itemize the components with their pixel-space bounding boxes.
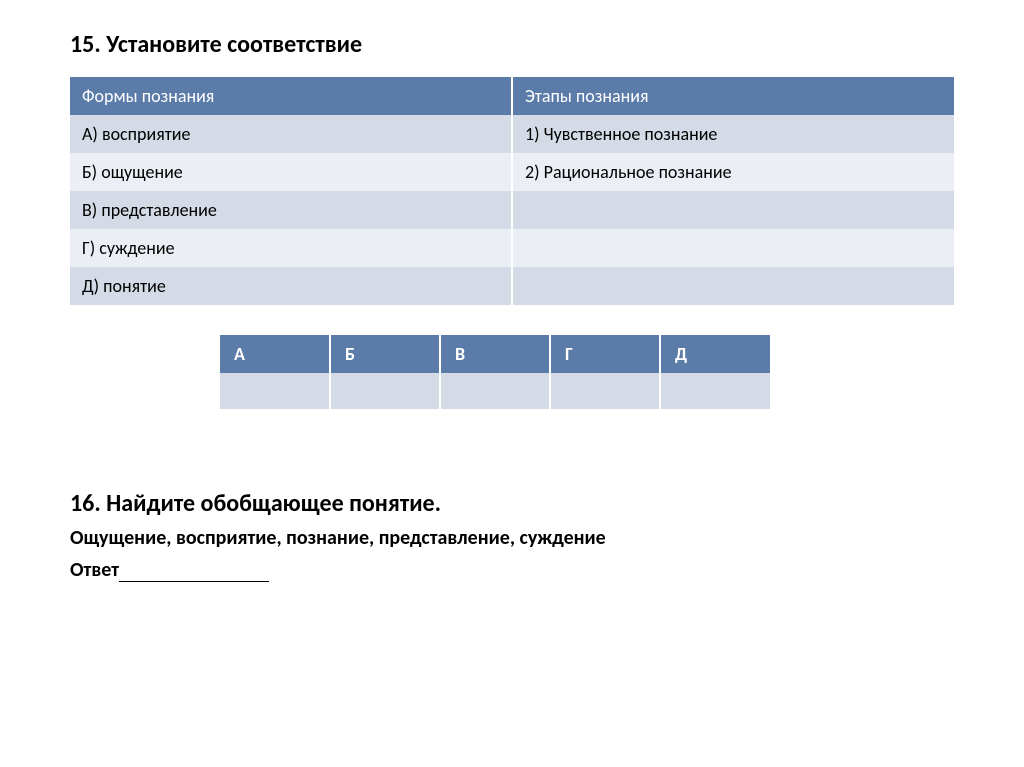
answer-cell[interactable] [550, 373, 660, 409]
answer-cell[interactable] [220, 373, 330, 409]
table-row: Г) суждение [70, 229, 954, 267]
answer-label: Ответ [70, 558, 119, 582]
cell-form: Б) ощущение [70, 153, 512, 191]
cell-stage: 2) Рациональное познание [512, 153, 954, 191]
cell-stage [512, 229, 954, 267]
cell-form: А) восприятие [70, 115, 512, 153]
question-15-title: 15. Установите соответствие [70, 30, 954, 59]
col-header-forms: Формы познания [70, 77, 512, 115]
col-header-stages: Этапы познания [512, 77, 954, 115]
cell-stage [512, 191, 954, 229]
answer-cell[interactable] [330, 373, 440, 409]
question-16-title: 16. Найдите обобщающее понятие. [70, 489, 954, 518]
question-16-items: Ощущение, восприятие, познание, представ… [70, 526, 954, 550]
cell-stage [512, 267, 954, 305]
answer-col-a: А [220, 335, 330, 373]
table-row: Д) понятие [70, 267, 954, 305]
answer-blank[interactable] [119, 581, 269, 582]
answer-grid: А Б В Г Д [220, 335, 770, 409]
cell-form: Д) понятие [70, 267, 512, 305]
question-16-answer-line: Ответ [70, 558, 954, 582]
answer-col-b: Б [330, 335, 440, 373]
answer-cell[interactable] [660, 373, 770, 409]
answer-col-d: Д [660, 335, 770, 373]
table-row: В) представление [70, 191, 954, 229]
matching-table: Формы познания Этапы познания А) восприя… [70, 77, 954, 305]
answer-col-g: Г [550, 335, 660, 373]
answer-col-v: В [440, 335, 550, 373]
table-row: А) восприятие 1) Чувственное познание [70, 115, 954, 153]
cell-stage: 1) Чувственное познание [512, 115, 954, 153]
table-row: Б) ощущение 2) Рациональное познание [70, 153, 954, 191]
cell-form: В) представление [70, 191, 512, 229]
answer-cell[interactable] [440, 373, 550, 409]
cell-form: Г) суждение [70, 229, 512, 267]
